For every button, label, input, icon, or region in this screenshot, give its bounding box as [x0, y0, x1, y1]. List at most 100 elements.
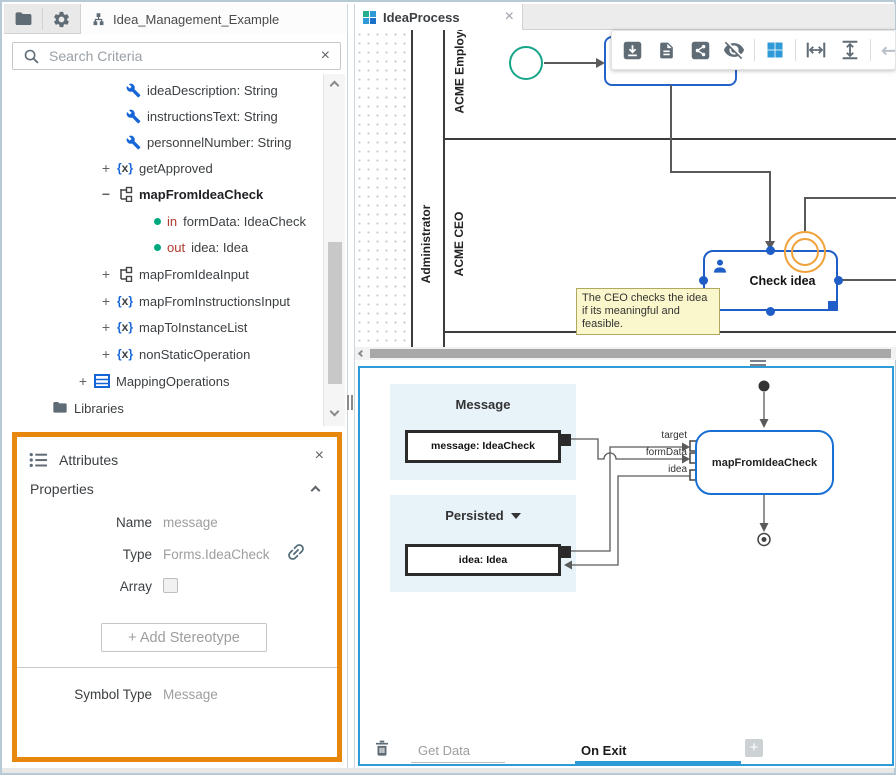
- operation-icon: {x}: [117, 161, 133, 175]
- pool-border: [411, 30, 413, 347]
- resize-handle[interactable]: [766, 246, 775, 255]
- sequence-flow[interactable]: [670, 85, 672, 172]
- document-button[interactable]: [652, 36, 680, 64]
- type-value[interactable]: Forms.IdeaCheck: [163, 547, 270, 562]
- collapse-section-icon[interactable]: [311, 486, 321, 496]
- panel-splitter[interactable]: [351, 395, 353, 410]
- sequence-flow[interactable]: [769, 171, 771, 242]
- bpmn-canvas[interactable]: Administrator ACME Employee ACME CEO: [355, 30, 896, 347]
- resize-handle[interactable]: [766, 307, 775, 316]
- share-button[interactable]: [686, 36, 714, 64]
- tree-item-mapFromIdeaCheck[interactable]: − mapFromIdeaCheck: [101, 185, 263, 203]
- link-icon[interactable]: [280, 536, 311, 567]
- fit-width-button[interactable]: [802, 36, 830, 64]
- tree-item-idea-out[interactable]: out idea: Idea: [154, 238, 248, 256]
- explorer-panel: Idea_Management_Example × ideaDescriptio…: [4, 4, 348, 768]
- add-stereotype-button[interactable]: + Add Stereotype: [101, 623, 267, 652]
- sequence-flow[interactable]: [839, 279, 896, 281]
- name-value[interactable]: message: [163, 515, 218, 530]
- expand-icon[interactable]: +: [101, 319, 111, 335]
- resize-handle-corner[interactable]: [828, 301, 838, 311]
- resize-handle[interactable]: [699, 276, 708, 285]
- mapping-box-idea[interactable]: idea: Idea: [405, 544, 561, 576]
- grid-layout-button[interactable]: [761, 36, 789, 64]
- add-tab-button[interactable]: +: [745, 739, 763, 757]
- collapse-icon[interactable]: −: [101, 186, 111, 202]
- tree-scrollbar[interactable]: [323, 74, 345, 426]
- tree-item-instructionsText[interactable]: instructionsText: String: [126, 107, 278, 125]
- port-label-idea: idea: [607, 464, 687, 475]
- tree-item-label: idea: Idea: [191, 240, 248, 255]
- sequence-flow[interactable]: [544, 62, 597, 64]
- port-label-target: target: [607, 430, 687, 441]
- tree-item-nonStaticOperation[interactable]: + {x} nonStaticOperation: [101, 345, 250, 363]
- tree-item-personnelNumber[interactable]: personnelNumber: String: [126, 133, 292, 151]
- tree-item-ideaDescription[interactable]: ideaDescription: String: [126, 81, 278, 99]
- expand-icon[interactable]: +: [101, 346, 111, 362]
- hide-elements-button[interactable]: [720, 36, 748, 64]
- tree-item-label: Libraries: [74, 401, 124, 416]
- scroll-down-icon[interactable]: [330, 407, 340, 417]
- sequence-flow[interactable]: [670, 171, 771, 173]
- tree-item-label: nonStaticOperation: [139, 347, 250, 362]
- tree-item-formData[interactable]: in formData: IdeaCheck: [154, 212, 306, 230]
- tree-item-label: mapFromInstructionsInput: [139, 294, 290, 309]
- model-tree: ideaDescription: String instructionsText…: [4, 74, 322, 426]
- dropdown-caret-icon[interactable]: [511, 513, 521, 519]
- tree-item-Libraries[interactable]: Libraries: [52, 399, 124, 417]
- mapping-operation-icon: [117, 186, 133, 202]
- scrollbar-thumb[interactable]: [328, 242, 342, 384]
- tree-item-label: MappingOperations: [116, 374, 229, 389]
- expand-icon[interactable]: +: [101, 266, 111, 282]
- trash-icon[interactable]: [373, 739, 391, 758]
- tree-item-mapFromInstructionsInput[interactable]: + {x} mapFromInstructionsInput: [101, 292, 290, 310]
- mapping-editor: Message Persisted: [358, 366, 894, 766]
- project-tab[interactable]: Idea_Management_Example: [80, 4, 347, 34]
- expand-icon[interactable]: +: [78, 373, 88, 389]
- search-icon: [23, 48, 40, 65]
- tree-item-mapFromIdeaInput[interactable]: + mapFromIdeaInput: [101, 265, 249, 283]
- expand-icon[interactable]: +: [101, 293, 111, 309]
- start-event[interactable]: [509, 46, 543, 80]
- tree-item-getApproved[interactable]: + {x} getApproved: [101, 159, 213, 177]
- canvas-hscrollbar[interactable]: [355, 347, 896, 360]
- message-flow[interactable]: [805, 197, 896, 199]
- close-icon[interactable]: ×: [315, 449, 324, 463]
- close-tab-icon[interactable]: ×: [505, 10, 514, 24]
- mapping-node[interactable]: mapFromIdeaCheck: [695, 430, 834, 495]
- settings-button[interactable]: [46, 8, 76, 30]
- user-task-icon: [712, 258, 728, 274]
- tab-ideaprocess[interactable]: IdeaProcess ×: [355, 4, 523, 30]
- array-checkbox[interactable]: [163, 578, 178, 593]
- search-clear-icon[interactable]: ×: [321, 49, 330, 63]
- folder-icon: [52, 400, 68, 416]
- boundary-event[interactable]: [784, 231, 826, 273]
- scroll-left-icon[interactable]: [358, 350, 365, 357]
- scroll-up-icon[interactable]: [330, 81, 340, 91]
- panel-splitter[interactable]: [347, 395, 349, 410]
- scrollbar-thumb[interactable]: [370, 349, 891, 358]
- tab-on-exit[interactable]: On Exit: [581, 743, 627, 758]
- tab-get-data[interactable]: Get Data: [418, 743, 470, 758]
- undo-button[interactable]: [877, 36, 896, 64]
- mapping-box-message[interactable]: message: IdeaCheck: [405, 430, 561, 463]
- message-flow[interactable]: [804, 197, 806, 233]
- download-button[interactable]: [618, 36, 646, 64]
- annotation-note[interactable]: The CEO checks the idea if its meaningfu…: [576, 288, 720, 335]
- tree-item-label: mapToInstanceList: [139, 320, 247, 335]
- box-port[interactable]: [559, 434, 571, 446]
- tree-item-mapToInstanceList[interactable]: + {x} mapToInstanceList: [101, 318, 247, 336]
- expand-icon[interactable]: +: [101, 160, 111, 176]
- symbol-type-value: Message: [163, 687, 218, 702]
- group-title: Message: [456, 397, 511, 412]
- folder-button[interactable]: [8, 8, 38, 30]
- tab-label: IdeaProcess: [383, 10, 498, 25]
- fit-height-button[interactable]: [836, 36, 864, 64]
- app-window: Idea_Management_Example × ideaDescriptio…: [0, 0, 896, 775]
- search-input[interactable]: [49, 48, 311, 64]
- tree-item-MappingOperations[interactable]: + MappingOperations: [78, 372, 229, 390]
- resize-handle[interactable]: [834, 276, 843, 285]
- box-port[interactable]: [559, 546, 571, 558]
- diagram-tab-bar: IdeaProcess ×: [355, 4, 895, 30]
- window-bottom-strip: [2, 768, 894, 773]
